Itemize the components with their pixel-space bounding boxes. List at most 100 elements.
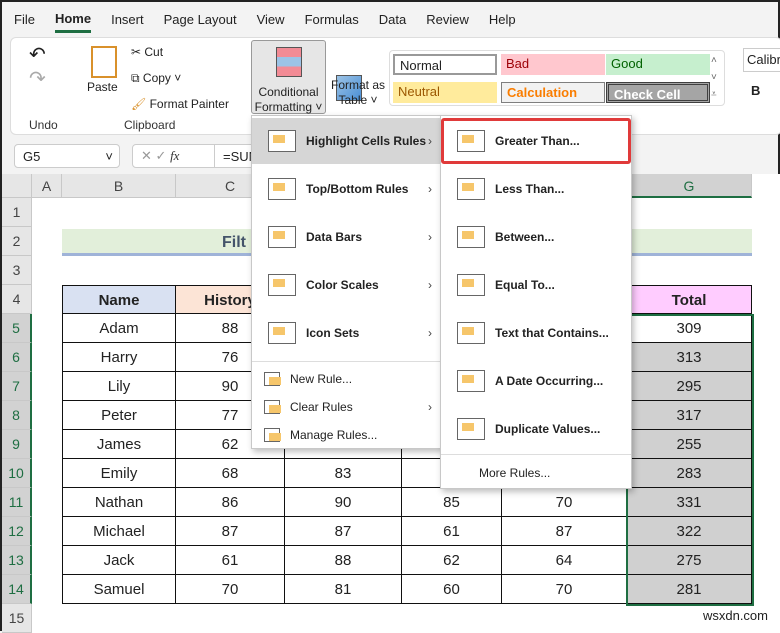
cell-history[interactable]: 86	[176, 488, 285, 517]
cell-name[interactable]: James	[62, 430, 176, 459]
style-check-cell[interactable]: Check Cell	[606, 82, 710, 103]
row-header[interactable]: 10	[2, 459, 32, 488]
chevron-right-icon: ›	[428, 182, 432, 196]
cell-name[interactable]: Harry	[62, 343, 176, 372]
row-header[interactable]: 9	[2, 430, 32, 459]
column-header[interactable]: G	[627, 174, 752, 198]
fx-icon[interactable]: fx	[170, 148, 179, 163]
style-good[interactable]: Good	[606, 54, 710, 75]
cell-styles-gallery: Normal Bad Good Neutral Calculation Chec…	[389, 50, 725, 106]
menu-item-a-date-occurring-[interactable]: A Date Occurring...	[441, 358, 631, 404]
gallery-scroll[interactable]: ˄ ˅ ⩡	[711, 52, 717, 103]
cell-history[interactable]: 68	[176, 459, 285, 488]
menu-item-highlight-cells-rules[interactable]: Highlight Cells Rules ›	[252, 118, 442, 164]
style-bad[interactable]: Bad	[501, 54, 605, 75]
tab-formulas[interactable]: Formulas	[305, 8, 359, 31]
cell-name[interactable]: Peter	[62, 401, 176, 430]
cell-score[interactable]: 61	[402, 517, 502, 546]
cell-name[interactable]: Nathan	[62, 488, 176, 517]
enter-icon[interactable]: ✓	[156, 148, 167, 163]
menu-item-duplicate-values-[interactable]: Duplicate Values...	[441, 406, 631, 452]
tab-insert[interactable]: Insert	[111, 8, 144, 31]
cell-name[interactable]: Jack	[62, 546, 176, 575]
menu-item-data-bars[interactable]: Data Bars ›	[252, 214, 442, 260]
menu-item-top-bottom-rules[interactable]: Top/Bottom Rules ›	[252, 166, 442, 212]
tab-home[interactable]: Home	[54, 7, 92, 33]
row-header[interactable]: 15	[2, 604, 32, 633]
tab-data[interactable]: Data	[379, 8, 406, 31]
menu-item-manage-rules-[interactable]: Manage Rules...	[252, 422, 442, 448]
cell-name[interactable]: Adam	[62, 314, 176, 343]
rule-icon	[457, 226, 485, 248]
cell-history[interactable]: 87	[176, 517, 285, 546]
cell-name[interactable]: Emily	[62, 459, 176, 488]
cell-score[interactable]: 60	[402, 575, 502, 604]
menu-item-text-that-contains-[interactable]: Text that Contains...	[441, 310, 631, 356]
tab-view[interactable]: View	[257, 8, 285, 31]
row-header[interactable]: 2	[2, 227, 32, 256]
menu-item-more-rules[interactable]: More Rules...	[441, 460, 631, 486]
tab-review[interactable]: Review	[426, 8, 469, 31]
rule-icon	[268, 322, 296, 344]
column-header[interactable]: B	[62, 174, 176, 198]
conditional-formatting-button[interactable]: Conditional Formatting ˅	[251, 40, 326, 114]
menu-item-between-[interactable]: Between...	[441, 214, 631, 260]
format-as-table-button[interactable]: Format as Table ˅	[331, 78, 385, 108]
cell-history[interactable]: 61	[176, 546, 285, 575]
row-header[interactable]: 8	[2, 401, 32, 430]
row-header[interactable]: 5	[2, 314, 32, 343]
undo-icon[interactable]: ↶	[29, 42, 46, 67]
row-header[interactable]: 12	[2, 517, 32, 546]
font-name-box[interactable]: Calibri	[743, 48, 780, 72]
tab-page-layout[interactable]: Page Layout	[164, 8, 237, 31]
tab-file[interactable]: File	[14, 8, 35, 31]
cell-score[interactable]: 87	[502, 517, 627, 546]
redo-icon[interactable]: ↷	[29, 66, 46, 91]
name-box[interactable]: G5 ˅	[14, 144, 120, 168]
row-header[interactable]: 4	[2, 285, 32, 314]
rule-icon	[457, 370, 485, 392]
row-header[interactable]: 11	[2, 488, 32, 517]
select-all-corner[interactable]	[2, 174, 32, 198]
cell-score[interactable]: 83	[285, 459, 402, 488]
menu-item-color-scales[interactable]: Color Scales ›	[252, 262, 442, 308]
cell-score[interactable]: 70	[502, 488, 627, 517]
cell-history[interactable]: 70	[176, 575, 285, 604]
menu-item-less-than-[interactable]: Less Than...	[441, 166, 631, 212]
style-neutral[interactable]: Neutral	[393, 82, 497, 103]
cell-name[interactable]: Samuel	[62, 575, 176, 604]
cell-score[interactable]: 62	[402, 546, 502, 575]
row-header[interactable]: 13	[2, 546, 32, 575]
cell-score[interactable]: 88	[285, 546, 402, 575]
menu-item-icon-sets[interactable]: Icon Sets ›	[252, 310, 442, 356]
cut-button[interactable]: ✂ Cut	[131, 45, 163, 59]
menu-item-new-rule-[interactable]: New Rule...	[252, 366, 442, 392]
tab-help[interactable]: Help	[489, 8, 516, 31]
menu-item-clear-rules[interactable]: Clear Rules ›	[252, 394, 442, 420]
cell-score[interactable]: 85	[402, 488, 502, 517]
cell-name[interactable]: Lily	[62, 372, 176, 401]
row-header[interactable]: 3	[2, 256, 32, 285]
menu-item-equal-to-[interactable]: Equal To...	[441, 262, 631, 308]
copy-button[interactable]: ⧉ Copy ˅	[131, 71, 181, 86]
row-header[interactable]: 1	[2, 198, 32, 227]
cancel-icon[interactable]: ✕	[141, 148, 152, 163]
paste-icon[interactable]	[91, 46, 117, 78]
cell-score[interactable]: 87	[285, 517, 402, 546]
row-header[interactable]: 6	[2, 343, 32, 372]
row-header[interactable]: 7	[2, 372, 32, 401]
style-calculation[interactable]: Calculation	[501, 82, 605, 103]
bold-button[interactable]: B	[751, 83, 760, 98]
chevron-right-icon: ›	[428, 230, 432, 244]
column-header[interactable]: A	[32, 174, 62, 198]
cell-name[interactable]: Michael	[62, 517, 176, 546]
menu-item-greater-than-[interactable]: Greater Than...	[441, 118, 631, 164]
format-painter-button[interactable]: 🖌 Format Painter	[131, 97, 229, 111]
cell-score[interactable]: 90	[285, 488, 402, 517]
style-normal[interactable]: Normal	[393, 54, 497, 75]
cell-score[interactable]: 64	[502, 546, 627, 575]
paste-button[interactable]: Paste	[87, 80, 118, 94]
row-header[interactable]: 14	[2, 575, 32, 604]
cell-score[interactable]: 70	[502, 575, 627, 604]
cell-score[interactable]: 81	[285, 575, 402, 604]
